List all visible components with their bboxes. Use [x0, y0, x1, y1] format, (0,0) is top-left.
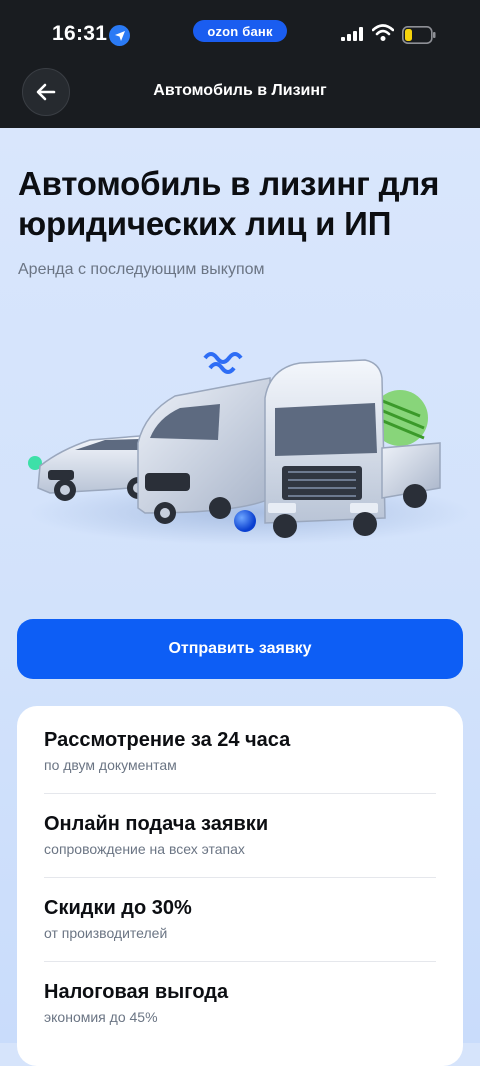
arrow-left-icon	[36, 83, 56, 101]
benefit-description: сопровождение на всех этапах	[44, 841, 245, 857]
hero-title: Автомобиль в лизинг для юридических лиц …	[18, 165, 440, 242]
hero-subtitle: Аренда с последующим выкупом	[18, 261, 265, 278]
location-arrow-icon	[109, 25, 130, 46]
benefit-title: Налоговая выгода	[44, 981, 229, 1003]
benefit-description: экономия до 45%	[44, 1009, 158, 1025]
leasing-vehicles-illustration	[28, 352, 470, 545]
navigation-bar: Автомобиль в Лизинг	[0, 64, 480, 128]
benefit-title: Рассмотрение за 24 часа	[44, 729, 291, 751]
benefit-item: Налоговая выгода экономия до 45%	[44, 980, 436, 1026]
divider	[44, 961, 436, 962]
benefit-description: от производителей	[44, 925, 168, 941]
benefit-item: Рассмотрение за 24 часа по двум документ…	[44, 728, 436, 774]
wifi-icon	[372, 24, 394, 41]
status-bar: 16:31 ozon банк	[0, 0, 480, 64]
benefit-item: Скидки до 30% от производителей	[44, 896, 436, 942]
battery-icon	[402, 26, 436, 44]
page-title: Автомобиль в Лизинг	[153, 82, 327, 99]
divider	[44, 793, 436, 794]
benefits-card: Рассмотрение за 24 часа по двум документ…	[17, 706, 463, 1066]
benefit-title: Скидки до 30%	[44, 897, 192, 919]
benefit-description: по двум документам	[44, 757, 177, 773]
divider	[44, 877, 436, 878]
benefit-item: Онлайн подача заявки сопровождение на вс…	[44, 812, 436, 858]
submit-application-button[interactable]: Отправить заявку	[17, 619, 463, 679]
cellular-signal-icon	[341, 27, 363, 41]
van-illustration	[137, 377, 273, 524]
benefit-title: Онлайн подача заявки	[44, 813, 269, 835]
content-area: Автомобиль в лизинг для юридических лиц …	[0, 128, 480, 1066]
ozon-bank-badge: ozon банк	[193, 20, 287, 42]
back-button[interactable]	[22, 68, 70, 116]
status-time: 16:31	[52, 22, 108, 45]
